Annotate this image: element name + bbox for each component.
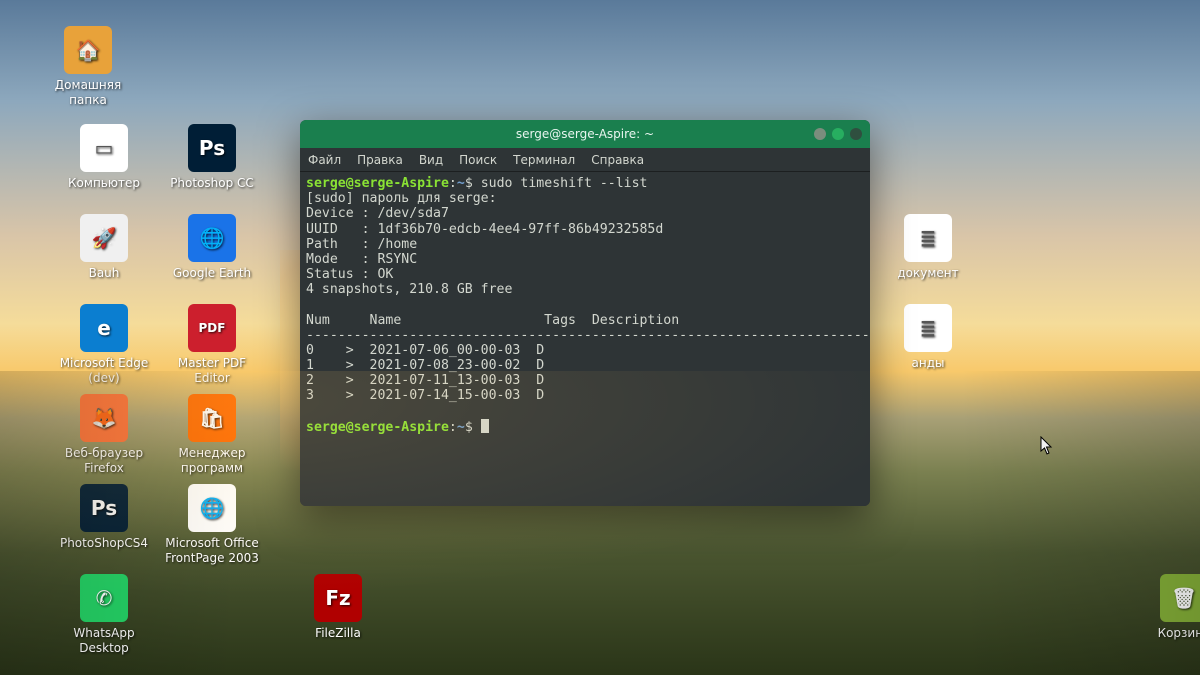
desktop-icon-label: Microsoft Edge (dev) xyxy=(50,356,158,386)
desktop-icon-master-pdf[interactable]: PDF Master PDF Editor xyxy=(158,304,266,386)
desktop-icon-computer[interactable]: ▭ Компьютер xyxy=(50,124,158,191)
table-rows: 0 > 2021-07-06_00-00-03 D 1 > 2021-07-08… xyxy=(306,343,544,404)
window-minimize-button[interactable] xyxy=(814,128,826,140)
terminal-menubar: Файл Правка Вид Поиск Терминал Справка xyxy=(300,148,870,172)
desktop-icon-bauh[interactable]: 🚀 Bauh xyxy=(50,214,158,281)
firefox-icon: 🦊 xyxy=(80,394,128,442)
info-uuid: UUID : 1df36b70-edcb-4ee4-97ff-86b492325… xyxy=(306,222,663,237)
google-earth-icon: 🌐 xyxy=(188,214,236,262)
document-icon: ≣ xyxy=(904,214,952,262)
info-path: Path : /home xyxy=(306,237,417,252)
terminal-title: serge@serge-Aspire: ~ xyxy=(516,127,654,141)
desktop-icon-label: Корзина xyxy=(1130,626,1200,641)
desktop-icon-label: FileZilla xyxy=(284,626,392,641)
photoshop-cs4-icon: Ps xyxy=(80,484,128,532)
table-divider: ----------------------------------------… xyxy=(306,328,870,343)
desktop-icon-label: Master PDF Editor xyxy=(158,356,266,386)
desktop-icon-photoshop-cc[interactable]: Ps Photoshop CC xyxy=(158,124,266,191)
prompt-path2: ~ xyxy=(457,420,465,435)
trash-icon: 🗑 xyxy=(1160,574,1200,622)
prompt-dollar: $ xyxy=(465,176,473,191)
desktop-icon-label: Bauh xyxy=(50,266,158,281)
desktop-icon-label: документ xyxy=(874,266,982,281)
menu-edit[interactable]: Правка xyxy=(357,153,403,167)
frontpage-2003-icon: 🌐 xyxy=(188,484,236,532)
menu-terminal[interactable]: Терминал xyxy=(513,153,575,167)
prompt-user2: serge@serge-Aspire xyxy=(306,420,449,435)
desktop-icon-label: Домашняя папка xyxy=(34,78,142,108)
menu-view[interactable]: Вид xyxy=(419,153,443,167)
desktop-icon-edge-dev[interactable]: e Microsoft Edge (dev) xyxy=(50,304,158,386)
mouse-cursor-icon xyxy=(1040,436,1054,456)
whatsapp-icon: ✆ xyxy=(80,574,128,622)
bauh-icon: 🚀 xyxy=(80,214,128,262)
table-header: Num Name Tags Description xyxy=(306,313,679,328)
desktop-icon-label: WhatsApp Desktop xyxy=(50,626,158,656)
desktop-icon-label: Microsoft Office FrontPage 2003 xyxy=(158,536,266,566)
info-summary: 4 snapshots, 210.8 GB free xyxy=(306,282,512,297)
desktop-icon-label: Веб-браузер Firefox xyxy=(50,446,158,476)
menu-help[interactable]: Справка xyxy=(591,153,644,167)
desktop-icon-app-manager[interactable]: 🛍 Менеджер программ xyxy=(158,394,266,476)
menu-search[interactable]: Поиск xyxy=(459,153,497,167)
command-text: sudo timeshift --list xyxy=(481,176,648,191)
desktop-icon-filezilla[interactable]: Fz FileZilla xyxy=(284,574,392,641)
desktop[interactable]: 🏠 Домашняя папка ▭ Компьютер Ps Photoshop CC 🚀… xyxy=(0,0,1200,675)
window-close-button[interactable] xyxy=(850,128,862,140)
desktop-icon-home-folder[interactable]: 🏠 Домашняя папка xyxy=(34,26,142,108)
sudo-prompt: [sudo] пароль для serge: xyxy=(306,191,497,206)
commands-icon: ≣ xyxy=(904,304,952,352)
desktop-icon-google-earth[interactable]: 🌐 Google Earth xyxy=(158,214,266,281)
desktop-icon-document[interactable]: ≣ документ xyxy=(874,214,982,281)
desktop-icon-label: Photoshop CC xyxy=(158,176,266,191)
prompt-path: ~ xyxy=(457,176,465,191)
app-manager-icon: 🛍 xyxy=(188,394,236,442)
filezilla-icon: Fz xyxy=(314,574,362,622)
computer-icon: ▭ xyxy=(80,124,128,172)
prompt-user: serge@serge-Aspire xyxy=(306,176,449,191)
photoshop-cc-icon: Ps xyxy=(188,124,236,172)
terminal-titlebar[interactable]: serge@serge-Aspire: ~ xyxy=(300,120,870,148)
desktop-icon-commands[interactable]: ≣ анды xyxy=(874,304,982,371)
desktop-icon-whatsapp[interactable]: ✆ WhatsApp Desktop xyxy=(50,574,158,656)
prompt-dollar2: $ xyxy=(465,420,473,435)
terminal-window[interactable]: serge@serge-Aspire: ~ Файл Правка Вид По… xyxy=(300,120,870,506)
desktop-icon-label: PhotoShopCS4 xyxy=(50,536,158,551)
info-mode: Mode : RSYNC xyxy=(306,252,417,267)
master-pdf-icon: PDF xyxy=(188,304,236,352)
desktop-icon-label: Google Earth xyxy=(158,266,266,281)
desktop-icon-frontpage-2003[interactable]: 🌐 Microsoft Office FrontPage 2003 xyxy=(158,484,266,566)
info-device: Device : /dev/sda7 xyxy=(306,206,449,221)
desktop-icon-firefox[interactable]: 🦊 Веб-браузер Firefox xyxy=(50,394,158,476)
desktop-icon-label: Менеджер программ xyxy=(158,446,266,476)
desktop-icon-photoshop-cs4[interactable]: Ps PhotoShopCS4 xyxy=(50,484,158,551)
desktop-icon-label: анды xyxy=(874,356,982,371)
window-maximize-button[interactable] xyxy=(832,128,844,140)
edge-dev-icon: e xyxy=(80,304,128,352)
terminal-cursor-icon xyxy=(481,419,489,433)
menu-file[interactable]: Файл xyxy=(308,153,341,167)
home-folder-icon: 🏠 xyxy=(64,26,112,74)
desktop-icon-label: Компьютер xyxy=(50,176,158,191)
desktop-icon-trash[interactable]: 🗑 Корзина xyxy=(1130,574,1200,641)
terminal-body[interactable]: serge@serge-Aspire:~$ sudo timeshift --l… xyxy=(300,172,870,506)
info-status: Status : OK xyxy=(306,267,393,282)
